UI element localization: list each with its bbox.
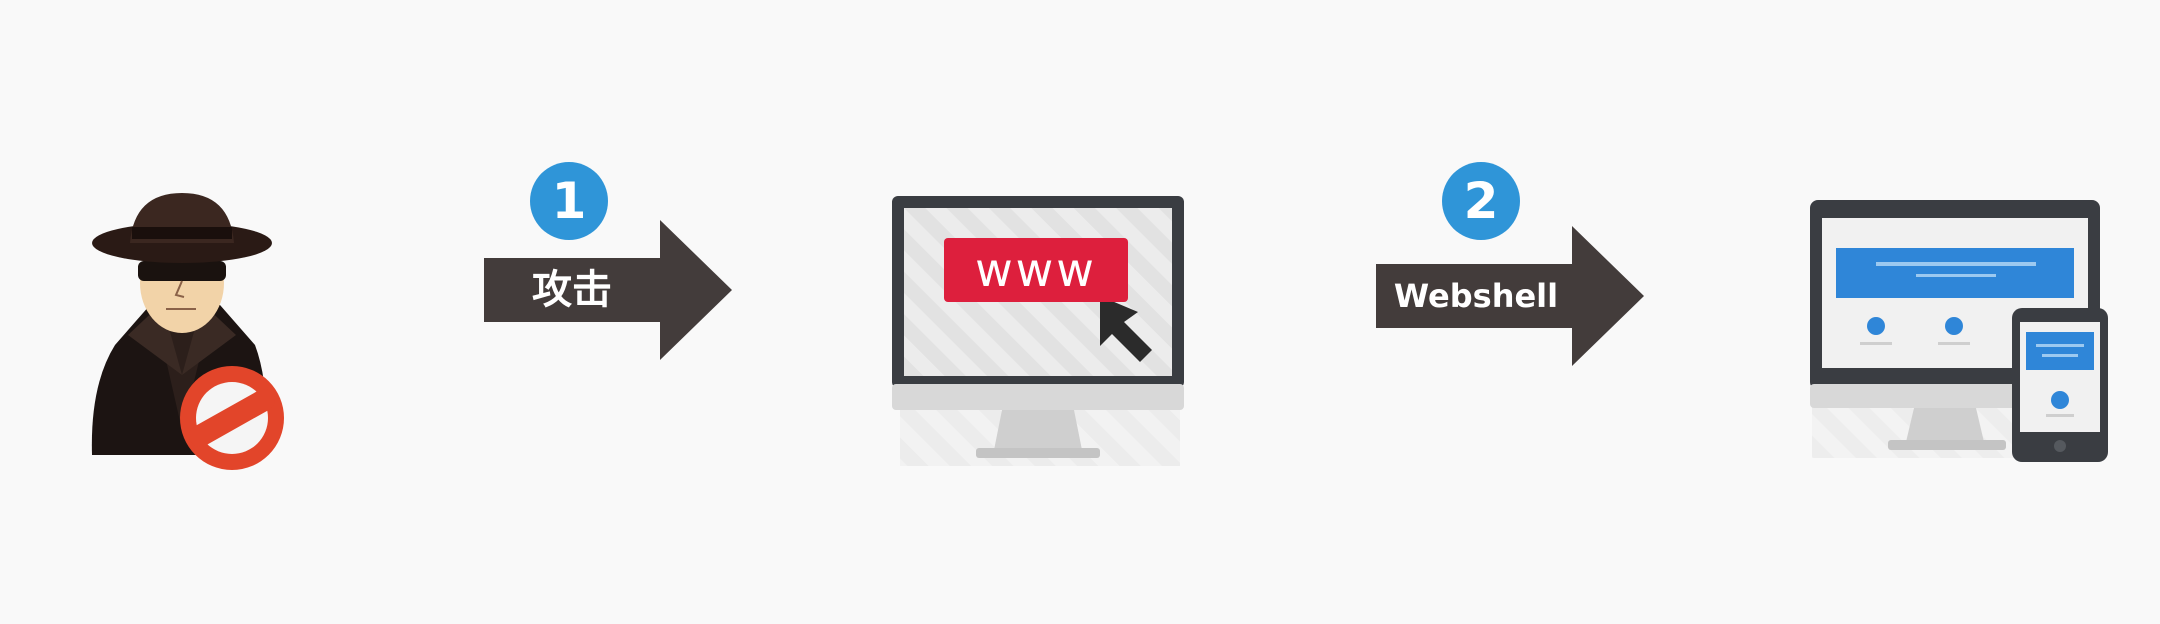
responsive-website-icon (1810, 200, 2108, 462)
webshell-arrow: Webshell (1376, 226, 1644, 366)
attack-arrow: 攻击 (484, 220, 732, 360)
webshell-label: Webshell (1393, 277, 1559, 315)
attack-label: 攻击 (532, 267, 612, 313)
monitor-icon (892, 196, 1184, 466)
attack-flow-diagram: 1 攻击 www 2 Webshell (0, 0, 2160, 624)
no-entry-icon (180, 366, 284, 470)
www-button: www (944, 238, 1128, 302)
